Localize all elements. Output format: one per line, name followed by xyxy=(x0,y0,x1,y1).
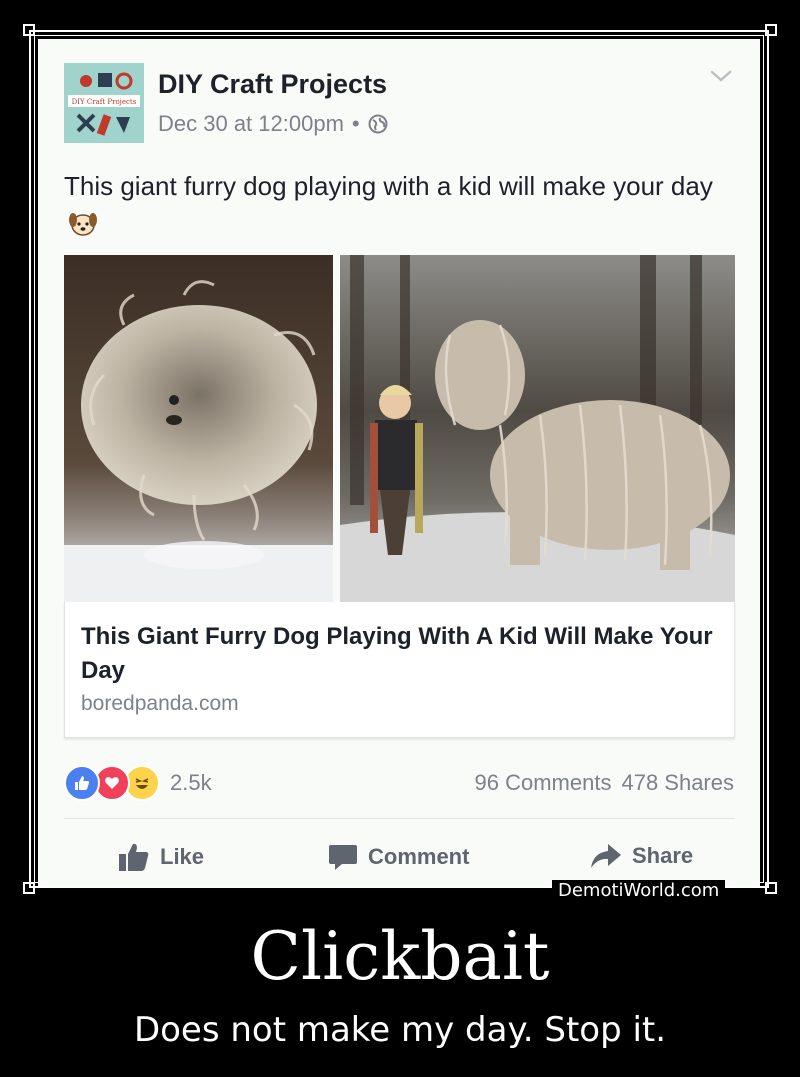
like-label: Like xyxy=(160,844,205,869)
comment-label: Comment xyxy=(368,844,470,869)
engagement-stats: 96 Comments 478 Shares xyxy=(475,770,734,796)
post-meta: Dec 30 at 12:00pm • xyxy=(158,111,388,137)
link-domain: boredpanda.com xyxy=(81,692,239,715)
thumbs-up-icon xyxy=(119,843,149,871)
comments-count[interactable]: 96 Comments xyxy=(475,770,612,796)
watermark: DemotiWorld.com xyxy=(552,880,726,901)
shares-count[interactable]: 478 Shares xyxy=(621,770,734,796)
page-name[interactable]: DIY Craft Projects xyxy=(158,69,387,100)
reaction-count: 2.5k xyxy=(170,770,212,795)
poster-subtitle: Does not make my day. Stop it. xyxy=(133,1010,667,1050)
post-body: This giant furry dog playing with a kid … xyxy=(64,171,713,201)
like-reaction-icon xyxy=(64,765,100,801)
facebook-post-card: DIY Craft Projects DIY Craft Projects De… xyxy=(38,39,760,886)
svg-text:DIY Craft Projects: DIY Craft Projects xyxy=(72,98,137,106)
meta-separator: • xyxy=(351,111,360,136)
craft-logo-icon: DIY Craft Projects xyxy=(64,63,144,143)
share-button[interactable]: Share xyxy=(590,842,693,870)
link-preview-card[interactable]: This Giant Furry Dog Playing With A Kid … xyxy=(64,602,735,738)
like-button[interactable]: Like xyxy=(118,842,204,872)
share-label: Share xyxy=(632,843,694,868)
link-title[interactable]: This Giant Furry Dog Playing With A Kid … xyxy=(81,620,721,688)
frame-corner xyxy=(765,24,777,36)
actions-divider xyxy=(64,818,735,819)
post-photo-flying-dog[interactable] xyxy=(64,255,333,602)
reactions-summary[interactable]: 2.5k xyxy=(64,765,212,801)
share-arrow-icon xyxy=(591,844,621,868)
post-text: This giant furry dog playing with a kid … xyxy=(64,167,744,243)
frame-corner xyxy=(765,882,777,894)
globe-icon xyxy=(368,114,388,134)
post-timestamp[interactable]: Dec 30 at 12:00pm xyxy=(158,111,344,137)
post-photo-kid-with-dog[interactable] xyxy=(340,255,735,602)
chevron-down-icon[interactable] xyxy=(710,65,732,87)
comment-bubble-icon xyxy=(329,845,357,870)
poster-title: Clickbait xyxy=(250,918,550,995)
comment-button[interactable]: Comment xyxy=(328,842,469,872)
frame-corner xyxy=(23,24,35,36)
dog-emoji-icon xyxy=(69,213,97,236)
page-avatar[interactable]: DIY Craft Projects xyxy=(64,63,144,143)
frame-corner xyxy=(23,882,35,894)
